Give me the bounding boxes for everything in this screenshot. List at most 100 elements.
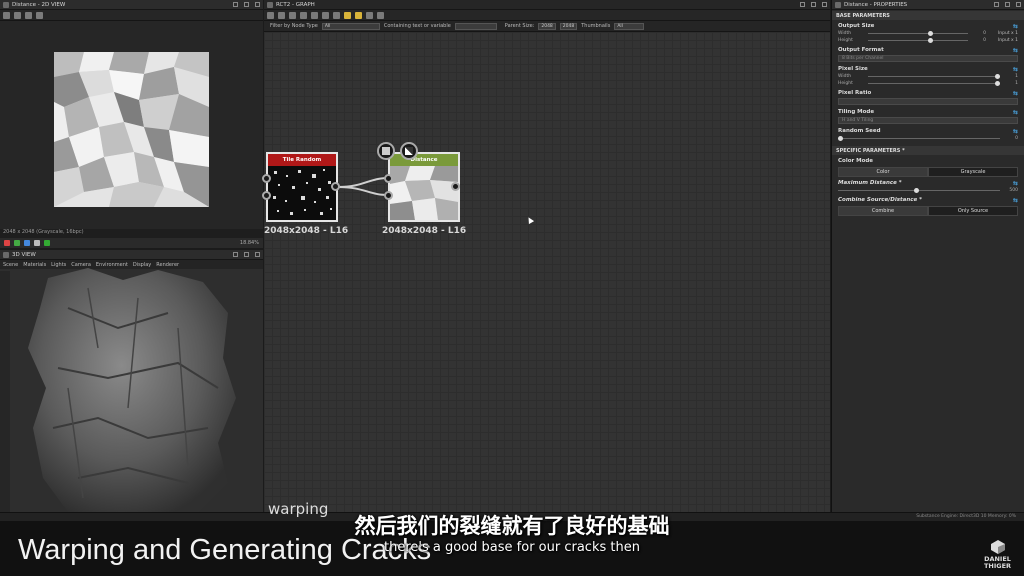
output-width-label: Width [838,31,852,36]
node-distance-input-pin-2[interactable] [384,191,393,200]
pixel-width-value[interactable]: 1 [1004,74,1018,79]
random-seed-slider[interactable] [838,136,1000,141]
link-icon[interactable]: ⇆ [1013,23,1018,30]
contains-text-input[interactable] [454,22,497,30]
only-source-button[interactable]: Only Source [928,206,1018,216]
comment-icon[interactable] [344,11,351,19]
output-height-slider[interactable] [868,38,968,43]
zoom-level[interactable]: 18.84% [240,240,259,246]
distance-node-type-icon[interactable] [400,142,418,160]
properties-icon [835,1,841,8]
node-tile-random-input-pin-2[interactable] [262,191,271,200]
output-height-value[interactable]: 0 [972,38,986,43]
thumbnails-select[interactable]: All [614,22,645,30]
output-format-select[interactable]: 8 Bits per Channel [838,55,1018,62]
random-seed-group: Random Seed ⇆ 0 [832,125,1024,142]
pixel-height-slider[interactable] [868,81,1000,86]
max-distance-slider[interactable] [838,188,1000,193]
menu-camera[interactable]: Camera [71,262,91,268]
node-distance[interactable]: Distance [388,152,460,222]
menu-renderer[interactable]: Renderer [156,262,179,268]
fit-icon[interactable] [3,11,10,19]
color-mode-group: Color Mode Color Grayscale [832,155,1024,177]
parent-size-height-select[interactable]: 2048 [559,22,578,30]
frame-node-icon[interactable] [333,11,340,19]
maximize-icon[interactable] [244,2,249,7]
node-distance-label: 2048x2048 - L16 [382,226,467,236]
link-icon[interactable]: ⇆ [1013,128,1018,135]
maximize-icon[interactable] [1005,2,1010,7]
pin-node-icon[interactable] [355,11,362,19]
align-icon[interactable] [311,11,318,19]
pixel-width-slider[interactable] [868,74,1000,79]
maximize-icon[interactable] [811,2,816,7]
filter-node-type-select[interactable]: All [321,22,380,30]
pin-icon[interactable] [994,2,999,7]
output-width-value[interactable]: 0 [972,31,986,36]
save-icon[interactable] [25,11,32,19]
alpha-channel-icon[interactable] [34,240,40,246]
link-icon[interactable]: ⇆ [1013,197,1018,204]
parent-size-width-select[interactable]: 2048 [538,22,556,30]
view-3d-panel: 3D VIEW Scene Materials Lights Camera En… [0,250,263,512]
channel-icon[interactable] [36,11,43,19]
node-tile-random[interactable]: Tile Random [266,152,338,222]
blue-channel-icon[interactable] [24,240,30,246]
node-distance-input-pin-1[interactable] [384,174,393,183]
rock-3d-preview[interactable] [28,268,238,512]
red-channel-icon[interactable] [4,240,10,246]
link-icon[interactable]: ⇆ [1013,47,1018,54]
menu-display[interactable]: Display [133,262,151,268]
close-icon[interactable] [1016,2,1021,7]
link-icon[interactable]: ⇆ [1013,66,1018,73]
menu-environment[interactable]: Environment [96,262,128,268]
histogram-icon[interactable] [44,240,50,246]
node-tile-random-output-pin[interactable] [331,182,340,191]
pin-icon[interactable] [233,2,238,7]
output-width-mode[interactable]: Input x 1 [990,31,1018,36]
view-2d-canvas[interactable]: 2048 x 2048 (Grayscale, 16bpc) [0,21,263,235]
close-icon[interactable] [255,2,260,7]
tiling-mode-select[interactable]: H and V Tiling [838,117,1018,124]
screenshot-icon[interactable] [289,11,296,19]
color-mode-color-button[interactable]: Color [838,167,928,177]
green-channel-icon[interactable] [14,240,20,246]
output-height-mode[interactable]: Input x 1 [990,38,1018,43]
frame-all-icon[interactable] [267,11,274,19]
link-icon[interactable]: ⇆ [1013,90,1018,97]
output-width-slider[interactable] [868,31,968,36]
frame-selected-icon[interactable] [278,11,285,19]
output-format-icon[interactable] [377,142,395,160]
link-icon[interactable] [366,11,373,19]
close-icon[interactable] [255,252,260,257]
pixel-ratio-select[interactable] [838,98,1018,105]
node-tile-random-input-pin-1[interactable] [262,174,271,183]
close-icon[interactable] [822,2,827,7]
graph-filter-bar: Filter by Node Type All Containing text … [264,21,830,32]
combine-button[interactable]: Combine [838,206,928,216]
settings-icon[interactable] [377,11,384,19]
menu-scene[interactable]: Scene [3,262,18,268]
brand-logo: DANIEL THIGER [975,540,1020,570]
node-distance-output-pin[interactable] [451,182,460,191]
color-mode-grayscale-button[interactable]: Grayscale [928,167,1018,177]
pixel-width-label: Width [838,74,852,79]
random-seed-value[interactable]: 0 [1004,136,1018,141]
share-icon[interactable] [322,11,329,19]
link-icon[interactable]: ⇆ [1013,180,1018,187]
pixel-height-value[interactable]: 1 [1004,81,1018,86]
tile-icon[interactable] [14,11,21,19]
base-parameters-header[interactable]: BASE PARAMETERS [832,11,1024,20]
tiling-mode-group: Tiling Mode ⇆ H and V Tiling [832,106,1024,124]
pin-icon[interactable] [233,252,238,257]
maximize-icon[interactable] [244,252,249,257]
menu-materials[interactable]: Materials [23,262,46,268]
link-icon[interactable]: ⇆ [1013,109,1018,116]
max-distance-value[interactable]: 500 [1004,188,1018,193]
pin-icon[interactable] [800,2,805,7]
menu-lights[interactable]: Lights [51,262,66,268]
specific-parameters-header[interactable]: SPECIFIC PARAMETERS * [832,146,1024,155]
pixel-ratio-group: Pixel Ratio ⇆ [832,87,1024,105]
node-tile-random-title: Tile Random [268,154,336,166]
search-icon[interactable] [300,11,307,19]
